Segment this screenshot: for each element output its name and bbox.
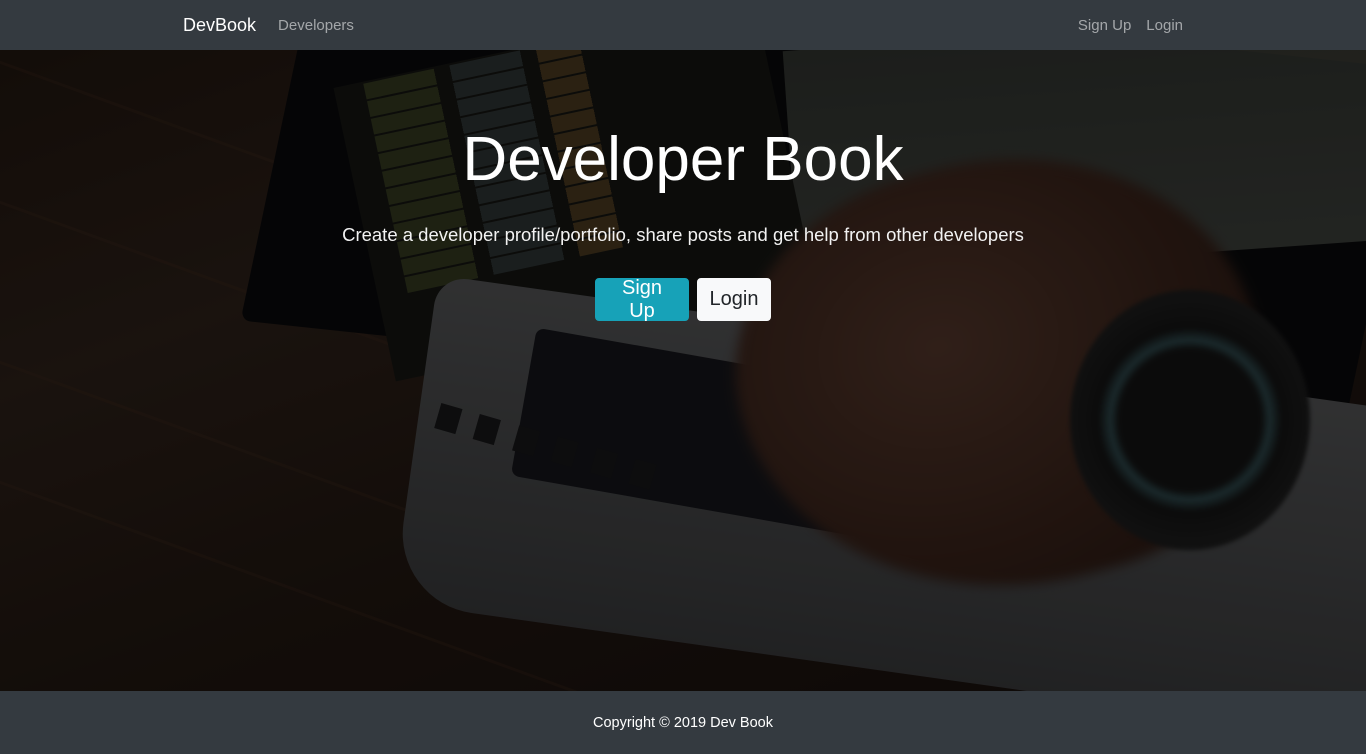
navbar-right: Sign Up Login [1063,17,1183,34]
footer: Copyright © 2019 Dev Book [0,691,1366,754]
footer-copyright: Copyright © 2019 Dev Book [593,714,773,731]
nav-link-login[interactable]: Login [1146,17,1183,34]
navbar: DevBook Developers Sign Up Login [0,0,1366,50]
hero-title: Developer Book [462,125,904,194]
nav-link-sign-up[interactable]: Sign Up [1078,17,1131,34]
sign-up-button[interactable]: Sign Up [595,277,689,322]
brand-logo-link[interactable]: DevBook [183,15,256,36]
hero-section: Developer Book Create a developer profil… [0,50,1366,691]
hero-buttons: Sign Up Login [0,277,1366,322]
hero-content: Developer Book Create a developer profil… [0,50,1366,691]
login-button[interactable]: Login [697,278,771,321]
navbar-inner: DevBook Developers Sign Up Login [183,0,1183,50]
navbar-left: DevBook Developers [183,15,354,36]
hero-subtitle: Create a developer profile/portfolio, sh… [342,224,1024,245]
nav-link-developers[interactable]: Developers [278,17,354,34]
